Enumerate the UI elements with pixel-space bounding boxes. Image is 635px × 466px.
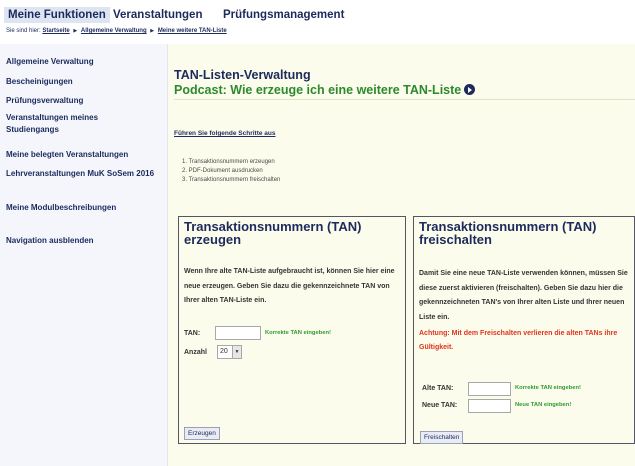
tan-input[interactable] (215, 326, 261, 340)
count-select[interactable]: 20 ▼ (217, 345, 242, 359)
generate-panel-title: Transaktionsnummern (TAN) erzeugen (184, 219, 362, 247)
tan-hint: Korrekte TAN eingeben! (265, 330, 331, 336)
unlock-panel-description: Damit Sie eine neue TAN-Liste verwenden … (419, 270, 628, 321)
sidebar-item-navigation-ausblenden[interactable]: Navigation ausblenden (6, 235, 166, 247)
generate-tan-panel: Transaktionsnummern (TAN) erzeugen Wenn … (178, 216, 406, 444)
play-icon[interactable] (464, 84, 476, 95)
podcast-link[interactable]: Podcast: Wie erzeuge ich eine weitere TA… (174, 83, 476, 97)
generate-panel-description: Wenn Ihre alte TAN-Liste aufgebraucht is… (184, 268, 395, 304)
sidebar-item-veranstaltungen-studiengang[interactable]: Veranstaltungen meines Studiengangs (6, 112, 134, 136)
step-item: 3. Transaktionsnummern freischalten (182, 177, 281, 183)
breadcrumb-separator-icon: ▶ (150, 28, 155, 34)
steps-heading: Führen Sie folgende Schritte aus (174, 130, 276, 137)
breadcrumb-separator-icon: ▶ (73, 28, 78, 34)
breadcrumb-link-current-page[interactable]: Meine weitere TAN-Liste (158, 28, 227, 34)
step-item: 2. PDF-Dokument ausdrucken (182, 168, 263, 174)
erzeugen-button[interactable]: Erzeugen (184, 427, 220, 440)
step-item: 1. Transaktionsnummern erzeugen (182, 159, 275, 165)
sidebar-item-pruefungsverwaltung[interactable]: Prüfungsverwaltung (6, 95, 166, 107)
old-tan-input[interactable] (468, 382, 511, 396)
steps-list: 1. Transaktionsnummern erzeugen 2. PDF-D… (182, 158, 280, 185)
tab-meine-funktionen[interactable]: Meine Funktionen (4, 7, 110, 23)
tab-pruefungsmanagement[interactable]: Prüfungsmanagement (223, 9, 344, 21)
old-tan-hint: Korrekte TAN eingeben! (515, 385, 581, 391)
new-tan-input[interactable] (468, 399, 511, 413)
breadcrumb-link-allgemeine-verwaltung[interactable]: Allgemeine Verwaltung (81, 28, 147, 34)
podcast-link-label[interactable]: Podcast: Wie erzeuge ich eine weitere TA… (174, 83, 461, 97)
page-title: TAN-Listen-Verwaltung (174, 68, 311, 82)
count-select-value: 20 (220, 348, 228, 355)
breadcrumb: Sie sind hier: Startseite ▶ Allgemeine V… (6, 28, 227, 34)
old-tan-label: Alte TAN: (422, 385, 454, 392)
sidebar-item-belegte-veranstaltungen[interactable]: Meine belegten Veranstaltungen (6, 149, 166, 161)
sidebar-item-bescheinigungen[interactable]: Bescheinigungen (6, 76, 166, 88)
sidebar-item-modulbeschreibungen[interactable]: Meine Modulbeschreibungen (6, 202, 166, 214)
new-tan-label: Neue TAN: (422, 402, 458, 409)
unlock-panel-warning: Achtung: Mit dem Freischalten verlieren … (419, 330, 618, 351)
main-content: TAN-Listen-Verwaltung Podcast: Wie erzeu… (168, 44, 635, 466)
tan-label: TAN: (184, 330, 201, 337)
breadcrumb-link-startseite[interactable]: Startseite (42, 28, 69, 34)
chevron-down-icon[interactable]: ▼ (232, 346, 241, 358)
top-navigation: Meine Funktionen Veranstaltungen Prüfung… (0, 0, 635, 28)
breadcrumb-prefix: Sie sind hier: (6, 28, 41, 34)
count-label: Anzahl (184, 349, 207, 356)
sidebar-item-lehrveranstaltungen[interactable]: Lehrveranstaltungen MuK SoSem 2016 (6, 168, 170, 180)
unlock-panel-title: Transaktionsnummern (TAN) freischalten (419, 219, 597, 247)
sidebar-item-allgemeine-verwaltung[interactable]: Allgemeine Verwaltung (6, 56, 166, 68)
freischalten-button[interactable]: Freischalten (420, 431, 464, 444)
sidebar: Allgemeine Verwaltung Bescheinigungen Pr… (0, 44, 168, 466)
unlock-tan-panel: Transaktionsnummern (TAN) freischalten D… (413, 216, 635, 444)
tab-veranstaltungen[interactable]: Veranstaltungen (113, 9, 202, 21)
new-tan-hint: Neue TAN eingeben! (515, 402, 572, 408)
title-divider (174, 99, 635, 100)
